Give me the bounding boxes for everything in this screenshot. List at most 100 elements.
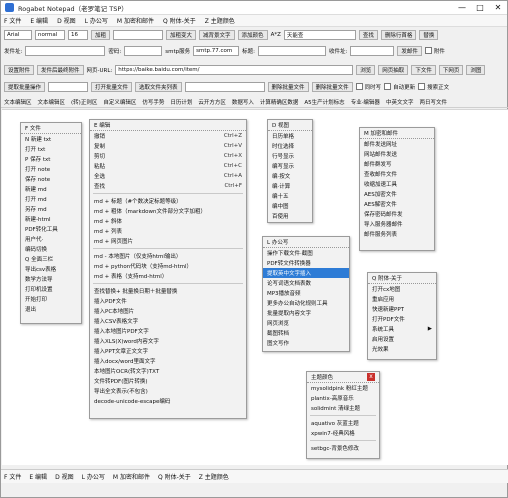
file-menu-item[interactable]: 保存 note xyxy=(21,174,81,184)
batch-input-1[interactable] xyxy=(48,81,89,92)
password-input[interactable] xyxy=(124,45,163,56)
edit-menu-item[interactable]: 文件转PDF(图片转换) xyxy=(90,376,246,386)
smtp-input[interactable]: smtp.77.com xyxy=(193,45,240,56)
autoupdate-checkbox[interactable] xyxy=(384,83,392,90)
theme-menu-item[interactable]: mysolidpink 粉红主题 xyxy=(307,383,379,393)
menu-view[interactable]: D 视图 xyxy=(57,16,76,25)
style-select[interactable]: normal xyxy=(35,29,65,40)
about-menu-item[interactable]: 打开cx地图 xyxy=(368,284,436,294)
mail-menu-item[interactable]: AES解密文件 xyxy=(360,199,434,209)
menu-file[interactable]: F 文件 xyxy=(4,16,21,25)
edit-menu-item[interactable]: decode-unicode-escape编码 xyxy=(90,396,246,406)
view-menu-item[interactable]: 编十五 xyxy=(268,191,312,201)
tab-imitate[interactable]: 仿写手势 xyxy=(142,98,164,106)
batch-extract-button[interactable]: 提取批量操作 xyxy=(4,81,46,92)
edit-menu-item[interactable]: md + 表格（支持md-html） xyxy=(90,271,246,281)
download-page-button[interactable]: 下网页 xyxy=(438,64,464,75)
bottom-menu-file[interactable]: F 文件 xyxy=(4,472,21,481)
tab-cloud[interactable]: 云开方方区 xyxy=(198,98,226,106)
tab-cn-en[interactable]: 中英文文字 xyxy=(386,98,414,106)
set-attachment-button[interactable]: 设置附件 xyxy=(4,64,35,75)
about-menu-item[interactable]: 快速新建PPT xyxy=(368,304,436,314)
file-menu-item[interactable]: 导出csv表格 xyxy=(21,264,81,274)
edit-menu-item[interactable]: md + 列表 xyxy=(90,226,246,236)
view-menu-item[interactable]: 编·按文 xyxy=(268,171,312,181)
file-menu-item[interactable]: 打开 note xyxy=(21,164,81,174)
tab-precise-calc[interactable]: 计算精确区数据 xyxy=(260,98,299,106)
search-body-checkbox[interactable] xyxy=(418,83,426,90)
menu-about[interactable]: Q 附体-关于 xyxy=(163,16,196,25)
office-menu-item[interactable]: 截图转档 xyxy=(263,328,349,338)
tab-pro-editor[interactable]: 专业·编辑器 xyxy=(351,98,380,106)
edit-menu-item[interactable]: 本地图片OCR(转文字)TXT xyxy=(90,366,246,376)
minimize-button[interactable]: — xyxy=(453,1,471,15)
view-menu-item[interactable]: 日历单格 xyxy=(268,131,312,141)
mail-menu-item[interactable]: 邮件发送网址 xyxy=(360,139,434,149)
edit-menu-item[interactable]: 剪切 Ctrl+X xyxy=(90,151,246,161)
browse-button[interactable]: 浏览 xyxy=(356,64,376,75)
tab-a5-plan[interactable]: A5生产计划标志 xyxy=(304,98,344,106)
url-input[interactable]: https://baike.baidu.com/item/ xyxy=(115,64,354,75)
tab-text-edit-2[interactable]: 文本编辑区 xyxy=(38,98,66,106)
view-menu-item[interactable]: 编·计算 xyxy=(268,181,312,191)
tab-custom-edit[interactable]: 自定义编辑区 xyxy=(103,98,136,106)
replace-button[interactable]: 替换 xyxy=(419,29,439,40)
file-menu-item[interactable]: 开始打印 xyxy=(21,294,81,304)
reduce-bg-button[interactable]: 减背景文字 xyxy=(199,29,235,40)
edit-menu-item[interactable]: 插入PPT文章正文文字 xyxy=(90,346,246,356)
mail-menu-item[interactable]: 邮件服务列表 xyxy=(360,229,434,239)
bottom-menu-edit[interactable]: E 编辑 xyxy=(29,472,47,481)
file-menu-item[interactable]: 用户代· xyxy=(21,234,81,244)
recipient-input[interactable] xyxy=(350,45,395,56)
bottom-menu-theme[interactable]: Z 主题颜色 xyxy=(199,472,229,481)
delete-line-head-button[interactable]: 删除行首格 xyxy=(380,29,417,40)
view-menu-item[interactable]: 编写显示 xyxy=(268,161,312,171)
bold-button[interactable]: 加粗 xyxy=(91,29,111,40)
font-select[interactable]: Arial xyxy=(4,29,32,40)
view-menu-item[interactable]: 行号显示 xyxy=(268,151,312,161)
menu-office[interactable]: L 办公写 xyxy=(85,16,108,25)
bottom-menu-about[interactable]: Q 附体-关于 xyxy=(158,472,191,481)
mail-menu-item[interactable]: AES加密文件 xyxy=(360,189,434,199)
bottom-menu-mail[interactable]: M 加密和邮件 xyxy=(113,472,150,481)
edit-menu-item[interactable]: 全选 Ctrl+A xyxy=(90,171,246,181)
menu-theme[interactable]: Z 主题颜色 xyxy=(205,16,235,25)
menu-mail[interactable]: M 加密和邮件 xyxy=(117,16,154,25)
bottom-menu-office[interactable]: L 办公写 xyxy=(82,472,105,481)
mail-menu-item[interactable]: 导入服务器邮件 xyxy=(360,219,434,229)
close-button[interactable]: ✕ xyxy=(489,1,507,15)
find-input[interactable]: 天能查 xyxy=(283,29,356,40)
attachment-checkbox[interactable] xyxy=(424,47,432,54)
about-menu-item[interactable]: 光效果 xyxy=(368,344,436,354)
view-menu-item[interactable]: 百使用 xyxy=(268,211,312,221)
tab-calendar[interactable]: 日历计划 xyxy=(170,98,192,106)
edit-menu-item[interactable]: 插入docx/word里面文字 xyxy=(90,356,246,366)
maximize-button[interactable]: □ xyxy=(471,1,489,15)
menu-edit[interactable]: E 编辑 xyxy=(30,16,48,25)
tab-two-day[interactable]: 两日写文件 xyxy=(419,98,447,106)
file-menu-item[interactable]: N 新建 txt xyxy=(21,134,81,144)
edit-menu-item[interactable]: 插入XLS(X)word内容文字 xyxy=(90,336,246,346)
close-icon[interactable]: x xyxy=(367,373,375,381)
file-menu-item[interactable]: 打印机设置 xyxy=(21,284,81,294)
office-menu-item[interactable]: 图文写作 xyxy=(263,338,349,348)
theme-menu-item[interactable]: solidmint 清绿主题 xyxy=(307,403,379,413)
search-button[interactable]: 查找 xyxy=(358,29,378,40)
file-menu-item[interactable]: 新建 md xyxy=(21,184,81,194)
file-menu-item[interactable]: PDF转化工具 xyxy=(21,224,81,234)
office-menu-item[interactable]: 论写词语文档表数 xyxy=(263,278,349,288)
edit-menu-item[interactable]: 查找 Ctrl+F xyxy=(90,181,246,191)
office-menu-item-selected[interactable]: 提取英中文字插入 xyxy=(263,268,349,278)
sender-input[interactable] xyxy=(25,45,106,56)
select-folder-button[interactable]: 选取文件夹列表 xyxy=(135,81,182,92)
write-checkbox[interactable] xyxy=(355,83,363,90)
open-batch-button[interactable]: 打开批量文件 xyxy=(91,81,133,92)
add-color-button[interactable]: 添加颜色 xyxy=(237,29,268,40)
mail-menu-item[interactable]: 查收邮件文件 xyxy=(360,169,434,179)
edit-menu-item[interactable]: 插入本地图片PDF文字 xyxy=(90,326,246,336)
theme-menu-item[interactable]: setbgc-背景色修改 xyxy=(307,443,379,453)
about-menu-item[interactable]: 重启应用 xyxy=(368,294,436,304)
tab-text-edit[interactable]: 文本编辑区 xyxy=(4,98,32,106)
about-menu-item[interactable]: 打开PDF文件 xyxy=(368,314,436,324)
mail-menu-item[interactable]: 保存密码邮件发 xyxy=(360,209,434,219)
